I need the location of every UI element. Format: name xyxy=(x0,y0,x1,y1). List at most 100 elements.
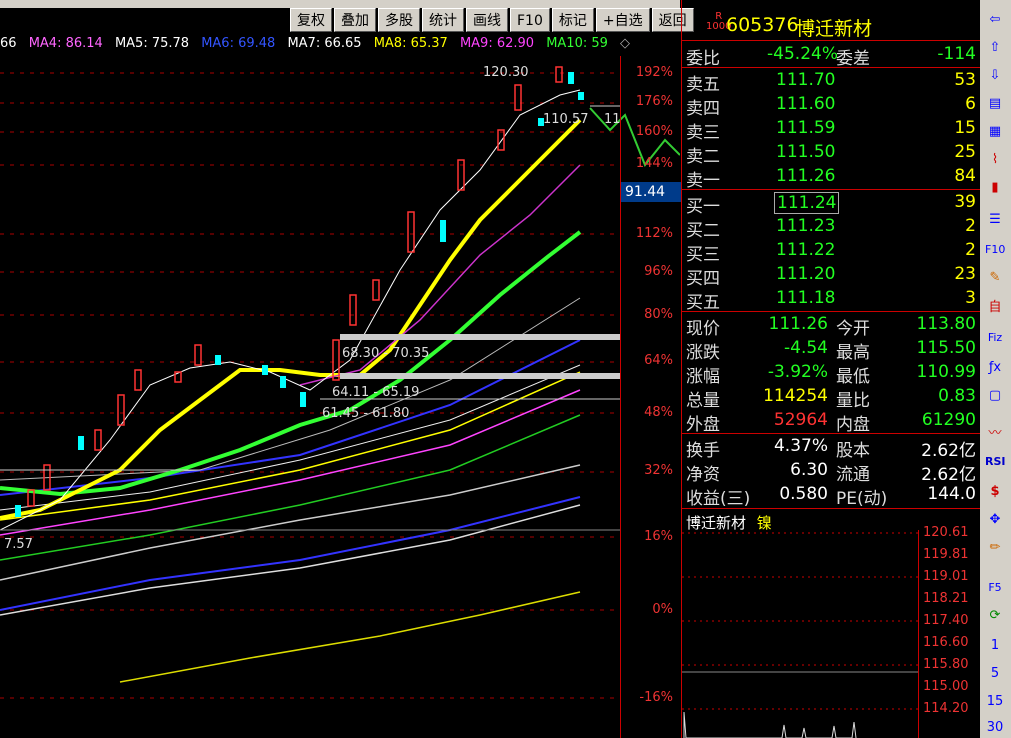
f10-icon[interactable]: F10 xyxy=(985,240,1005,260)
quote-label: 量比 xyxy=(836,391,870,411)
sell-price: 111.50 xyxy=(776,142,836,162)
sell-row-4[interactable]: 卖四 111.60 6 xyxy=(686,94,978,119)
fx-icon[interactable]: ƒx xyxy=(985,358,1005,378)
grid-icon[interactable]: ▦ xyxy=(985,122,1005,142)
quote-row-1: 现价 111.26 今开 113.80 xyxy=(686,314,978,339)
rsi-icon[interactable]: RSI xyxy=(985,452,1006,472)
toolbar-button-mark[interactable]: 标记 xyxy=(551,8,594,32)
candle xyxy=(555,66,563,83)
fund-label: 换手 xyxy=(686,441,720,461)
arrow-left-icon[interactable]: ⇦ xyxy=(985,10,1005,30)
candle xyxy=(134,369,142,391)
self-icon[interactable]: 自 xyxy=(985,298,1005,318)
sell-row-1[interactable]: 卖一 111.26 84 xyxy=(686,166,978,191)
toolbar-button-fuquan[interactable]: 复权 xyxy=(290,8,332,32)
fund-value: 144.0 xyxy=(927,484,976,504)
candle xyxy=(372,279,380,301)
buy-row-5[interactable]: 买五 111.18 3 xyxy=(686,288,978,313)
line-chart-icon[interactable]: ⌇ xyxy=(985,150,1005,170)
toolbar-button-overlay[interactable]: 叠加 xyxy=(334,8,376,32)
sell-vol: 6 xyxy=(965,94,976,114)
sell-price: 111.26 xyxy=(776,166,836,186)
buy-vol: 23 xyxy=(954,264,976,284)
quote-row-5: 外盘 52964 内盘 61290 xyxy=(686,410,978,435)
fund-value: 6.30 xyxy=(790,460,828,480)
sell-row-2[interactable]: 卖二 111.50 25 xyxy=(686,142,978,167)
support-band-1 xyxy=(340,334,620,340)
sell-vol: 84 xyxy=(954,166,976,186)
sell-vol: 15 xyxy=(954,118,976,138)
buy-row-1[interactable]: 买一 111.24 39 xyxy=(686,192,978,217)
mini-intraday-chart[interactable] xyxy=(682,530,918,738)
dollar-icon[interactable]: $ xyxy=(985,482,1005,502)
candle xyxy=(78,436,84,450)
f5-icon[interactable]: F5 xyxy=(985,578,1005,598)
sell-row-3[interactable]: 卖三 111.59 15 xyxy=(686,118,978,143)
candle xyxy=(349,294,357,326)
ma-legend-0: 66 xyxy=(0,36,17,51)
window-title-strip xyxy=(0,0,680,8)
weicha-label: 委差 xyxy=(836,49,870,69)
arrow-up-icon[interactable]: ⇧ xyxy=(985,38,1005,58)
buy-price: 111.18 xyxy=(776,288,836,308)
toolbar-button-draw[interactable]: 画线 xyxy=(466,8,508,32)
period-1[interactable]: 1 xyxy=(985,636,1005,656)
fund-label: 股本 xyxy=(836,441,870,461)
ma-legend-7: MA7: 66.65 xyxy=(287,36,362,51)
wave-icon[interactable]: 〰 xyxy=(985,424,1005,444)
quote-row-2: 涨跌 -4.54 最高 115.50 xyxy=(686,338,978,363)
report-icon[interactable]: ▤ xyxy=(985,94,1005,114)
candle xyxy=(578,92,584,100)
pct-tick: 64% xyxy=(644,353,673,368)
pencil-icon[interactable]: ✏ xyxy=(985,538,1005,558)
quote-label: 内盘 xyxy=(836,415,870,435)
sell-label: 卖四 xyxy=(686,99,720,119)
toolbar-button-stats[interactable]: 统计 xyxy=(422,8,464,32)
quote-value: 110.99 xyxy=(916,362,976,382)
arrow-down-icon[interactable]: ⇩ xyxy=(985,66,1005,86)
toolbar-button-f10[interactable]: F10 xyxy=(510,8,550,32)
sell-row-5[interactable]: 卖五 111.70 53 xyxy=(686,70,978,95)
period-15[interactable]: 15 xyxy=(985,692,1005,712)
candle-icon[interactable]: ▮ xyxy=(985,178,1005,198)
ma-legend-4: MA4: 86.14 xyxy=(28,36,103,51)
ma-legend: 66 MA4: 86.14 MA5: 75.78 MA6: 69.48 MA7:… xyxy=(0,36,630,56)
quote-value: -4.54 xyxy=(784,338,828,358)
candle xyxy=(215,355,221,365)
buy-row-2[interactable]: 买二 111.23 2 xyxy=(686,216,978,241)
note-icon[interactable]: ✎ xyxy=(985,268,1005,288)
refresh-icon[interactable]: ⟳ xyxy=(985,606,1005,626)
quote-row-4: 总量 114254 量比 0.83 xyxy=(686,386,978,411)
toolbar-button-multi[interactable]: 多股 xyxy=(378,8,420,32)
quote-label: 今开 xyxy=(836,319,870,339)
ma-legend-diamond-icon[interactable]: ◇ xyxy=(620,36,630,51)
period-5[interactable]: 5 xyxy=(985,664,1005,684)
sell-label: 卖一 xyxy=(686,171,720,191)
band-label-2: 64.11 - 65.19 xyxy=(332,385,419,400)
move-icon[interactable]: ✥ xyxy=(985,510,1005,530)
divider xyxy=(682,508,980,509)
quote-value: 111.26 xyxy=(768,314,828,334)
buy-label: 买五 xyxy=(686,293,720,313)
period-30[interactable]: 30 xyxy=(985,718,1005,738)
pct-tick: 0% xyxy=(652,602,673,617)
toolbar-button-add-watch[interactable]: +自选 xyxy=(595,8,650,32)
stock-header: R 1000 605376 博迁新材 xyxy=(682,0,980,41)
list-icon[interactable]: ☰ xyxy=(985,210,1005,230)
mini-volume-bars xyxy=(683,711,857,738)
candle xyxy=(497,129,505,151)
sell-label: 卖三 xyxy=(686,123,720,143)
fiz-icon[interactable]: Fiz xyxy=(985,328,1005,348)
square-icon[interactable]: ▢ xyxy=(985,386,1005,406)
buy-row-4[interactable]: 买四 111.20 23 xyxy=(686,264,978,289)
buy-row-3[interactable]: 买三 111.22 2 xyxy=(686,240,978,265)
buy-price: 111.20 xyxy=(776,264,836,284)
quote-value: 113.80 xyxy=(916,314,976,334)
ma-legend-9: MA9: 62.90 xyxy=(459,36,535,51)
divider xyxy=(682,311,980,312)
fund-row-1: 换手 4.37% 股本 2.62亿 xyxy=(686,436,978,461)
fund-label: 收益(三) xyxy=(686,489,751,509)
ma-legend-8: MA8: 65.37 xyxy=(373,36,448,51)
divider xyxy=(682,189,980,190)
kline-chart[interactable]: 120.30 110.57 11 68.30 - 70.35 64.11 - 6… xyxy=(0,56,680,738)
